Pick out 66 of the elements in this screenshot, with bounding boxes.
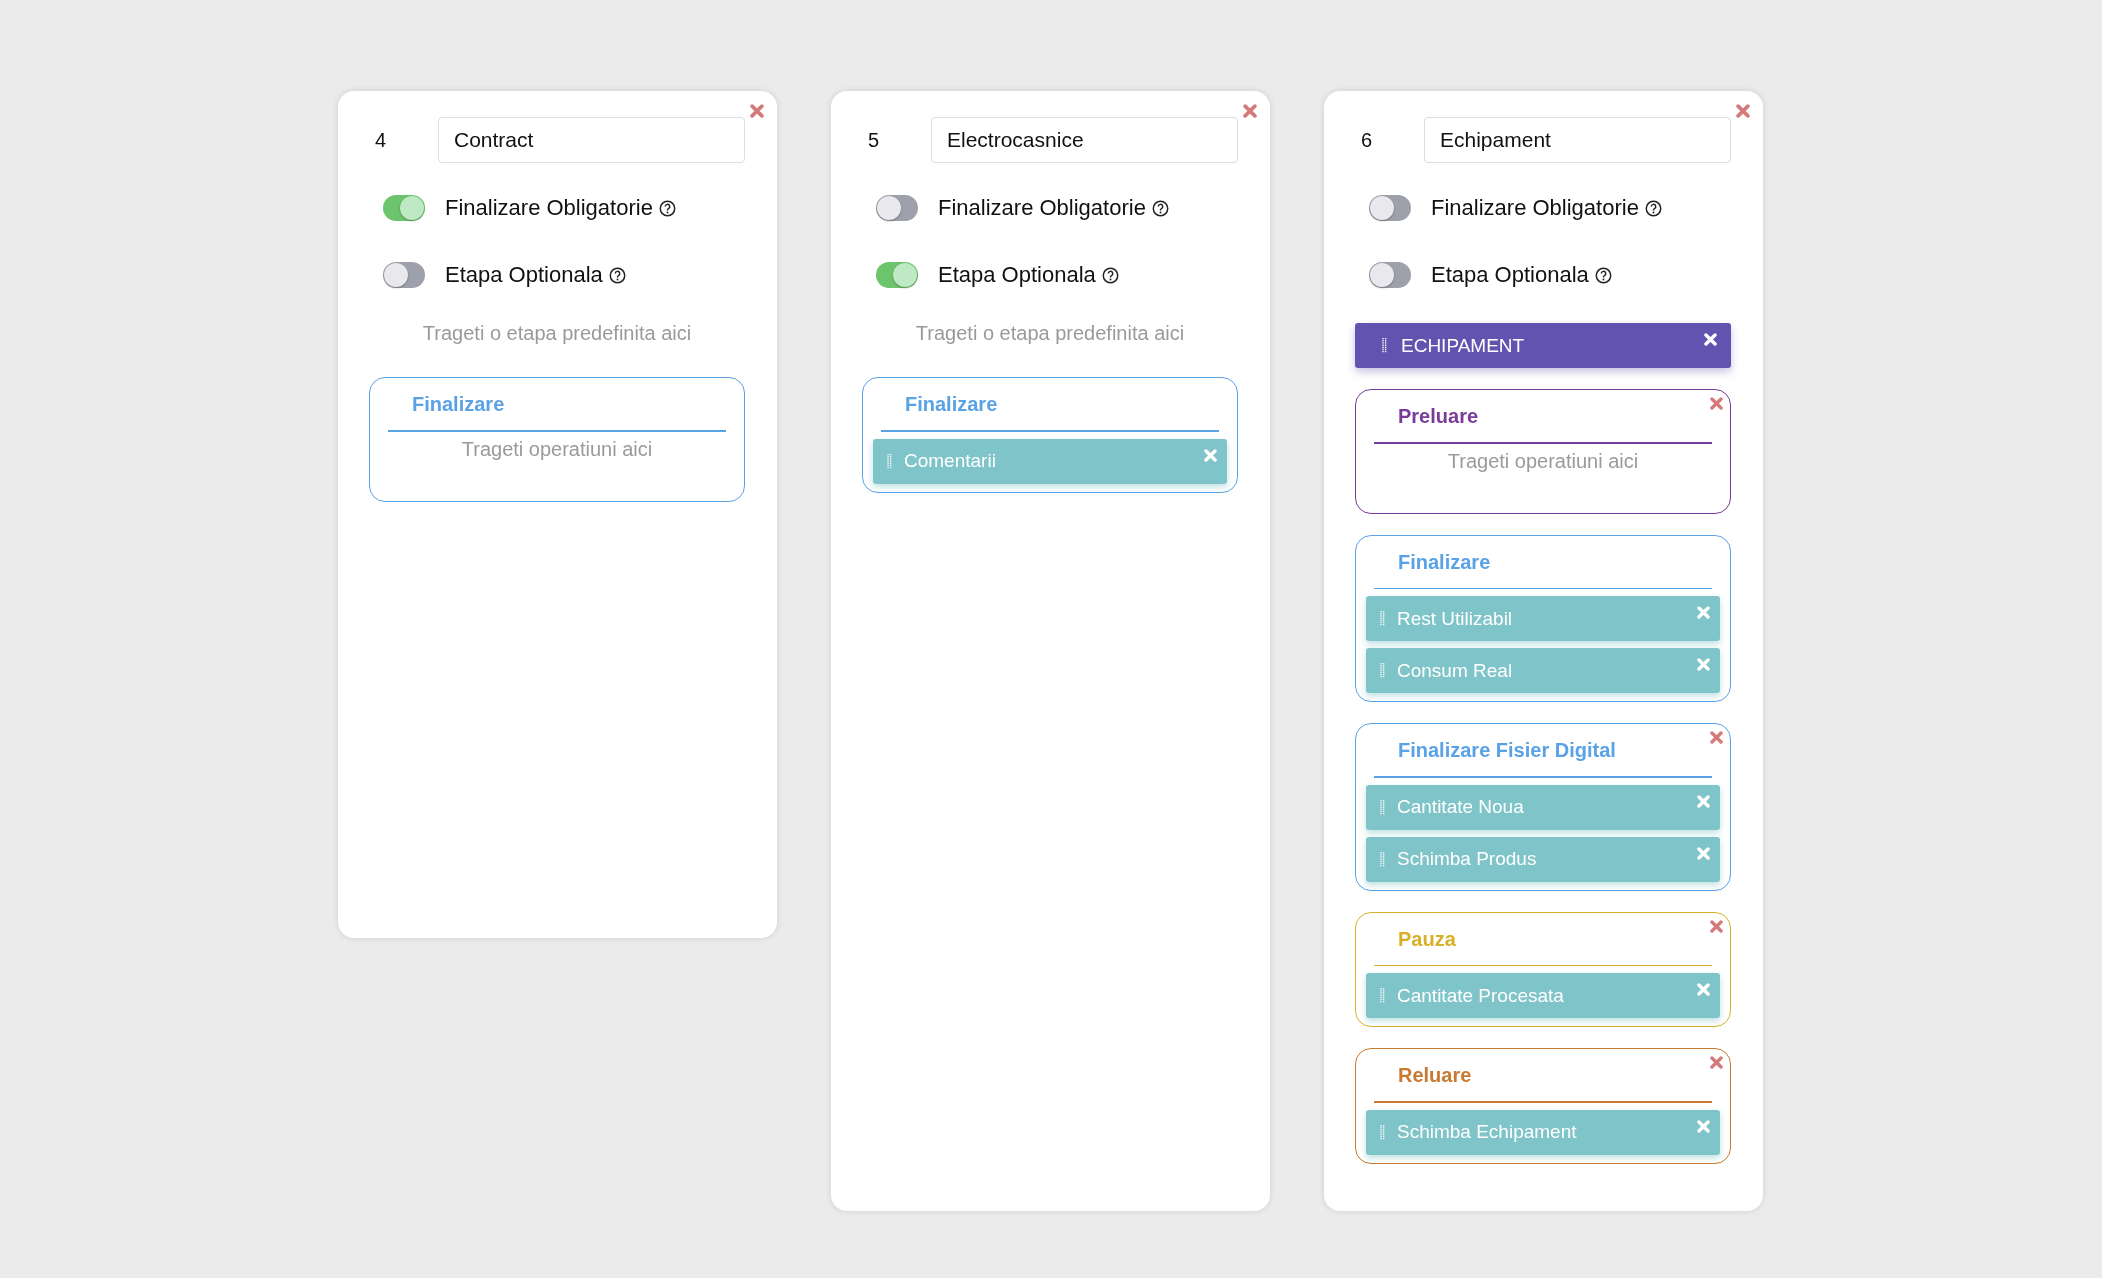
drag-handle-icon[interactable] <box>1380 611 1385 626</box>
toggle-label: Finalizare Obligatorie <box>938 195 1146 221</box>
operation-item[interactable]: Cantitate Noua <box>1366 784 1720 830</box>
drag-handle-icon[interactable] <box>1380 1124 1385 1140</box>
operation-label: Cantitate Noua <box>1397 796 1525 818</box>
group-title: Finalizare <box>411 392 506 417</box>
operation-item[interactable]: Schimba Produs <box>1366 836 1720 882</box>
drop-hint: Trageti operatiuni aici <box>460 437 654 462</box>
toggle-switch[interactable] <box>383 195 425 221</box>
drop-hint: Trageti o etapa predefinita aici <box>914 322 1186 345</box>
close-icon[interactable] <box>1710 731 1723 744</box>
operation-label: Cantitate Procesata <box>1397 984 1565 1007</box>
stage-label: ECHIPAMENT <box>1401 334 1526 357</box>
step-name-field[interactable]: Contract <box>438 117 745 163</box>
drag-handle-icon[interactable] <box>887 453 892 469</box>
close-icon[interactable] <box>1710 1056 1723 1069</box>
step-number: 6 <box>1360 128 1374 152</box>
group-title: Finalizare <box>904 392 999 417</box>
operation-item[interactable]: Cantitate Procesata <box>1366 973 1720 1018</box>
close-icon[interactable] <box>1736 104 1750 118</box>
operation-item[interactable]: Consum Real <box>1366 648 1720 693</box>
group-title: Pauza <box>1397 926 1457 952</box>
help-icon[interactable] <box>658 199 676 217</box>
drag-handle-icon[interactable] <box>1380 663 1385 678</box>
help-icon[interactable] <box>1101 266 1119 284</box>
toggle-switch[interactable] <box>876 262 918 288</box>
help-icon[interactable] <box>1594 266 1612 284</box>
help-icon[interactable] <box>1644 199 1662 217</box>
toggle-switch[interactable] <box>1369 262 1411 288</box>
help-icon[interactable] <box>608 266 626 284</box>
group-title: Finalizare <box>1397 549 1492 575</box>
operation-item[interactable]: Comentarii <box>873 438 1227 484</box>
drag-handle-icon[interactable] <box>1380 799 1385 815</box>
drop-hint: Trageti operatiuni aici <box>1446 449 1640 474</box>
close-icon[interactable] <box>1243 104 1257 118</box>
operation-label: Comentarii <box>904 450 997 472</box>
drag-handle-icon[interactable] <box>1382 338 1387 353</box>
step-name-field[interactable]: Electrocasnice <box>931 117 1238 163</box>
step-name-field[interactable]: Echipament <box>1424 117 1731 163</box>
operation-label: Rest Utilizabil <box>1397 607 1514 630</box>
toggle-label: Etapa Optionala <box>1431 262 1589 288</box>
drop-hint: Trageti o etapa predefinita aici <box>421 322 693 345</box>
step-number: 4 <box>374 128 388 152</box>
group-title: Preluare <box>1397 404 1480 429</box>
close-icon[interactable] <box>1710 919 1723 933</box>
operation-label: Consum Real <box>1397 659 1514 682</box>
toggle-switch[interactable] <box>383 262 425 288</box>
close-icon[interactable] <box>1710 397 1723 410</box>
drag-handle-icon[interactable] <box>1380 988 1385 1003</box>
toggle-switch[interactable] <box>876 195 918 221</box>
group-title: Finalizare Fisier Digital <box>1397 738 1617 763</box>
drag-handle-icon[interactable] <box>1380 851 1385 867</box>
step-number: 5 <box>867 128 881 152</box>
operation-item[interactable]: Rest Utilizabil <box>1366 596 1720 641</box>
toggle-label: Etapa Optionala <box>445 262 603 288</box>
toggle-label: Finalizare Obligatorie <box>445 195 653 221</box>
operation-label: Schimba Echipament <box>1397 1121 1578 1143</box>
group-title: Reluare <box>1397 1063 1473 1088</box>
close-icon[interactable] <box>750 104 764 118</box>
operation-label: Schimba Produs <box>1397 848 1538 870</box>
toggle-switch[interactable] <box>1369 195 1411 221</box>
operation-item[interactable]: Schimba Echipament <box>1366 1109 1720 1155</box>
toggle-label: Etapa Optionala <box>938 262 1096 288</box>
help-icon[interactable] <box>1151 199 1169 217</box>
toggle-label: Finalizare Obligatorie <box>1431 195 1639 221</box>
stage-bar[interactable]: ECHIPAMENT <box>1355 323 1731 368</box>
